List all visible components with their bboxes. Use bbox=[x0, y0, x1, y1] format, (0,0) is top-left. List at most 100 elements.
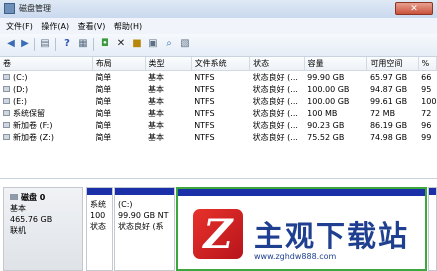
drive-icon bbox=[3, 110, 10, 116]
type-cell: 基本 bbox=[148, 108, 165, 118]
partition-bar bbox=[178, 189, 425, 196]
percent-cell: 95 bbox=[421, 84, 432, 94]
partition-label: (C:) bbox=[118, 200, 133, 209]
drive-icon bbox=[3, 86, 10, 92]
connect-icon[interactable]: ◘ bbox=[99, 38, 111, 50]
capacity-cell: 100.00 GB bbox=[307, 84, 350, 94]
table-row[interactable]: 新加卷 (Z:) 简单 基本 NTFS 状态良好 (... 75.52 GB 7… bbox=[0, 131, 437, 143]
partition-bar bbox=[115, 188, 174, 195]
percent-cell: 96 bbox=[421, 120, 432, 130]
column-header-capacity[interactable]: 容量 bbox=[304, 57, 368, 71]
back-icon[interactable]: ◀ bbox=[5, 38, 17, 50]
type-cell: 基本 bbox=[148, 132, 165, 142]
partition-bar bbox=[429, 188, 436, 195]
type-cell: 基本 bbox=[148, 84, 165, 94]
type-cell: 基本 bbox=[148, 120, 165, 130]
free-space-cell: 72 MB bbox=[369, 108, 396, 118]
partition-size: 100 bbox=[90, 211, 106, 220]
free-space-cell: 99.61 GB bbox=[369, 96, 408, 106]
volume-cell: (C:) bbox=[0, 71, 92, 84]
console-tree-icon[interactable]: ▤ bbox=[39, 38, 51, 50]
column-header-type[interactable]: 类型 bbox=[145, 57, 192, 71]
toolbar-divider bbox=[55, 38, 56, 51]
settings-icon[interactable]: ▧ bbox=[179, 38, 191, 50]
partition-bar bbox=[87, 188, 112, 195]
watermark-url: www.zghdw888.com bbox=[254, 252, 337, 261]
status-cell: 状态良好 (... bbox=[252, 120, 298, 130]
disk-icon bbox=[10, 194, 18, 200]
menu-help[interactable]: 帮助(H) bbox=[114, 21, 142, 32]
capacity-cell: 100 MB bbox=[307, 108, 338, 118]
column-header-status[interactable]: 状态 bbox=[249, 57, 305, 71]
partition-status: 状态良好 (系 bbox=[118, 222, 164, 231]
delete-icon[interactable]: ✕ bbox=[115, 38, 127, 50]
type-cell: 基本 bbox=[148, 96, 165, 106]
forward-icon[interactable]: ▶ bbox=[19, 38, 31, 50]
filesystem-cell: NTFS bbox=[194, 132, 215, 142]
drive-icon bbox=[3, 98, 10, 104]
volume-table: 卷 布局 类型 文件系统 状态 容量 可用空间 % (C:) 简单 基本 NTF… bbox=[0, 57, 437, 143]
table-row[interactable]: (E:) 简单 基本 NTFS 状态良好 (... 100.00 GB 99.6… bbox=[0, 95, 437, 107]
capacity-cell: 90.23 GB bbox=[307, 120, 345, 130]
partition-system-reserved[interactable]: 系统 100 状态 bbox=[86, 187, 113, 271]
type-cell: 基本 bbox=[148, 72, 165, 82]
volume-cell: 系统保留 bbox=[0, 107, 92, 119]
partition-label: 系统 bbox=[90, 200, 106, 209]
drive-icon bbox=[3, 74, 10, 80]
table-row[interactable]: 新加卷 (F:) 简单 基本 NTFS 状态良好 (... 90.23 GB 8… bbox=[0, 119, 437, 131]
disk-name: 磁盘 0 bbox=[4, 188, 82, 203]
window-title: 磁盘管理 bbox=[19, 4, 51, 13]
capacity-cell: 75.52 GB bbox=[307, 132, 345, 142]
table-row[interactable]: (D:) 简单 基本 NTFS 状态良好 (... 100.00 GB 94.8… bbox=[0, 83, 437, 95]
column-header-layout[interactable]: 布局 bbox=[92, 57, 146, 71]
partition-status: 状态 bbox=[90, 222, 106, 231]
layout-cell: 简单 bbox=[95, 96, 112, 106]
partition-size: 99.90 GB NT bbox=[118, 211, 169, 220]
menu-action[interactable]: 操作(A) bbox=[41, 21, 69, 32]
search-icon[interactable]: ⌕ bbox=[163, 38, 175, 50]
table-row[interactable]: 系统保留 简单 基本 NTFS 状态良好 (... 100 MB 72 MB 7… bbox=[0, 107, 437, 119]
disk-status: 联机 bbox=[10, 226, 26, 235]
column-header-free-space[interactable]: 可用空间 bbox=[366, 57, 419, 71]
partition-c[interactable]: (C:) 99.90 GB NT 状态良好 (系 bbox=[114, 187, 175, 271]
status-cell: 状态良好 (... bbox=[252, 96, 298, 106]
status-cell: 状态良好 (... bbox=[252, 108, 298, 118]
filesystem-cell: NTFS bbox=[194, 84, 215, 94]
layout-cell: 简单 bbox=[95, 72, 112, 82]
drive-icon bbox=[3, 122, 10, 128]
percent-cell: 72 bbox=[421, 108, 432, 118]
layout-cell: 简单 bbox=[95, 132, 112, 142]
menu-view[interactable]: 查看(V) bbox=[78, 21, 106, 32]
volume-cell: (D:) bbox=[0, 83, 92, 95]
volume-cell: 新加卷 (F:) bbox=[0, 119, 92, 131]
volume-cell: 新加卷 (Z:) bbox=[0, 131, 92, 143]
percent-cell: 66 bbox=[421, 72, 432, 82]
drive-icon bbox=[3, 134, 10, 140]
column-header-filesystem[interactable]: 文件系统 bbox=[191, 57, 251, 71]
disk-icon[interactable]: ▣ bbox=[147, 38, 159, 50]
capacity-cell: 100.00 GB bbox=[307, 96, 350, 106]
free-space-cell: 94.87 GB bbox=[369, 84, 408, 94]
volume-cell: (E:) bbox=[0, 95, 92, 107]
percent-cell: 99 bbox=[421, 132, 432, 142]
disk-info-panel[interactable]: 磁盘 0 基本 465.76 GB 联机 bbox=[3, 187, 83, 271]
z-logo-icon: Z bbox=[193, 209, 243, 259]
column-header-volume[interactable]: 卷 bbox=[0, 57, 93, 71]
status-cell: 状态良好 (... bbox=[252, 72, 298, 82]
layout-cell: 简单 bbox=[95, 108, 112, 118]
table-row[interactable]: (C:) 简单 基本 NTFS 状态良好 (... 99.90 GB 65.97… bbox=[0, 71, 437, 84]
menu-file[interactable]: 文件(F) bbox=[6, 21, 33, 32]
partition-label bbox=[178, 196, 425, 200]
folder-icon[interactable]: ■ bbox=[131, 38, 143, 50]
column-header-percent[interactable]: % bbox=[418, 57, 437, 71]
close-button[interactable]: ✕ bbox=[395, 2, 433, 15]
help-icon[interactable]: ? bbox=[61, 38, 73, 50]
free-space-cell: 65.97 GB bbox=[369, 72, 408, 82]
filesystem-cell: NTFS bbox=[194, 120, 215, 130]
properties-icon[interactable]: ▦ bbox=[77, 38, 89, 50]
disk-size: 465.76 GB bbox=[10, 215, 53, 224]
disk-type: 基本 bbox=[10, 204, 26, 213]
filesystem-cell: NTFS bbox=[194, 108, 215, 118]
status-cell: 状态良好 (... bbox=[252, 132, 298, 142]
toolbar: ◀ ▶ ▤ ? ▦ ◘ ✕ ■ ▣ ⌕ ▧ bbox=[0, 34, 437, 57]
